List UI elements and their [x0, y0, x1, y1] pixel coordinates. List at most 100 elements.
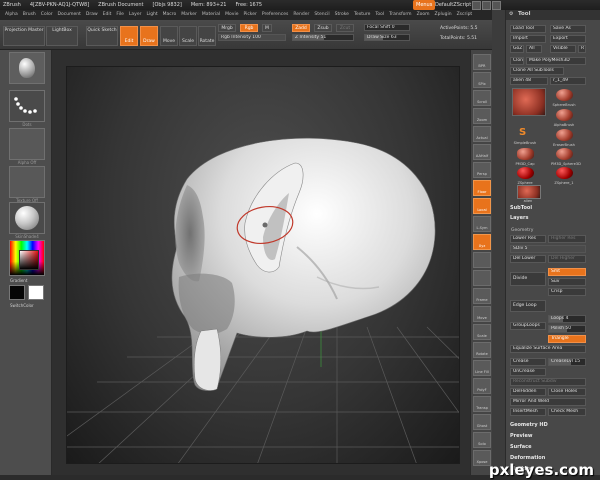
stroke-thumbnail[interactable] — [9, 90, 45, 122]
shelf-solo-button[interactable]: Solo — [473, 432, 491, 448]
shelf-spix-button[interactable]: SPix — [473, 72, 491, 88]
shelf-scale-button[interactable]: Scale — [473, 324, 491, 340]
rotate-button[interactable]: Rotate — [198, 26, 216, 46]
tool-pm3d-cap-icon[interactable] — [517, 148, 534, 160]
menu-file[interactable]: File — [116, 12, 124, 17]
menu-zscript[interactable]: Zscript — [457, 12, 473, 17]
scale-button[interactable]: Scale — [179, 26, 197, 46]
save-as-button[interactable]: Save As — [550, 25, 586, 33]
menu-texture[interactable]: Texture — [354, 12, 370, 17]
move-button[interactable]: Move — [160, 26, 178, 46]
menu-tool[interactable]: Tool — [375, 12, 384, 17]
shelf-blank-12-button[interactable] — [473, 270, 491, 286]
shelf-blank-11-button[interactable] — [473, 252, 491, 268]
projection-master-button[interactable]: Projection Master — [3, 26, 45, 46]
r-button[interactable]: R — [578, 45, 586, 53]
lower-res-button[interactable]: Lower Res — [510, 235, 546, 243]
shelf-zoom-button[interactable]: Zoom — [473, 108, 491, 124]
draw-button[interactable]: Draw — [140, 26, 158, 46]
lightbox-button[interactable]: LightBox — [46, 26, 78, 46]
shelf-bpr-button[interactable]: BPR — [473, 54, 491, 70]
rgb-button[interactable]: Rgb — [240, 24, 258, 32]
del-lower-button[interactable]: Del Lower — [510, 255, 546, 263]
crease-button[interactable]: Crease — [510, 358, 546, 366]
shelf-transp-button[interactable]: Transp — [473, 396, 491, 412]
subtool-section[interactable]: SubTool — [510, 205, 532, 211]
tool-zsphere-1-icon[interactable] — [556, 167, 573, 179]
crease-level-slider[interactable]: CreaseLvl 15 — [548, 358, 586, 366]
import-button[interactable]: Import — [510, 35, 546, 43]
menu-document[interactable]: Document — [58, 12, 81, 17]
reconstruct-subdiv-button[interactable]: Reconstruct Subdiv — [510, 378, 586, 386]
shelf-polyf-button[interactable]: PolyF — [473, 378, 491, 394]
edit-button[interactable]: Edit — [120, 26, 138, 46]
higher-res-button[interactable]: Higher Res — [548, 235, 586, 243]
shelf-frame-button[interactable]: Frame — [473, 288, 491, 304]
del-higher-button[interactable]: Del Higher — [548, 255, 586, 263]
tool-alpha-brush-icon[interactable] — [556, 109, 573, 121]
close-holes-button[interactable]: Close Holes — [548, 388, 586, 396]
goz-button[interactable]: GoZ — [510, 45, 524, 53]
minimize-button[interactable] — [472, 1, 481, 10]
menu-material[interactable]: Material — [202, 12, 220, 17]
shelf-xyz-button[interactable]: Xyz — [473, 234, 491, 250]
current-tool-slider[interactable]: alien 48 — [510, 77, 548, 85]
menu-preferences[interactable]: Preferences — [262, 12, 288, 17]
maximize-button[interactable] — [482, 1, 491, 10]
layers-section[interactable]: Layers — [510, 215, 529, 221]
draw-size-slider[interactable]: Draw Size 63 — [364, 34, 410, 41]
shelf-persp-button[interactable]: Persp — [473, 162, 491, 178]
m-button[interactable]: M — [262, 24, 272, 32]
menu-zoom[interactable]: Zoom — [417, 12, 430, 17]
menu-stroke[interactable]: Stroke — [335, 12, 349, 17]
tool-r-slider[interactable]: r_1_49 — [550, 77, 586, 85]
color-saturation-box[interactable] — [19, 250, 39, 270]
clone-all-subtools-button[interactable]: Clone All SubTools — [510, 67, 564, 75]
close-button[interactable] — [492, 1, 501, 10]
load-tool-button[interactable]: Load Tool — [510, 25, 546, 33]
visible-button[interactable]: Visible — [550, 45, 576, 53]
uncrease-button[interactable]: UnCrease — [510, 368, 546, 376]
shelf-line-fill-button[interactable]: Line Fill — [473, 360, 491, 376]
menu-picker[interactable]: Picker — [243, 12, 256, 17]
clone-button[interactable]: Clone — [510, 57, 524, 65]
quick-sketch-button[interactable]: Quick Sketch — [86, 26, 118, 46]
tool-sphere-brush-icon[interactable] — [556, 89, 573, 101]
focal-shift-slider[interactable]: Focal Shift 0 — [364, 24, 410, 31]
shelf-actual-button[interactable]: Actual — [473, 126, 491, 142]
menu-render[interactable]: Render — [293, 12, 309, 17]
zcut-button[interactable]: Zcut — [336, 24, 354, 32]
export-button[interactable]: Export — [550, 35, 586, 43]
switch-color-button[interactable]: SwitchColor — [10, 303, 56, 308]
mirror-and-weld-button[interactable]: Mirror And Weld — [510, 398, 586, 406]
rgb-intensity-slider[interactable]: Rgb Intensity 100 — [218, 34, 286, 41]
texture-thumbnail[interactable] — [9, 166, 45, 198]
geometry-hd-section[interactable]: Geometry HD — [510, 422, 548, 428]
menu-macro[interactable]: Macro — [163, 12, 177, 17]
check-mesh-button[interactable]: Check Mesh — [548, 408, 586, 416]
insert-mesh-button[interactable]: InsertMesh — [510, 408, 546, 416]
tool-zsphere-icon[interactable] — [517, 167, 534, 179]
equalize-surface-area-button[interactable]: Equalize Surface Area — [510, 345, 586, 353]
tool-eraser-brush-icon[interactable] — [556, 129, 573, 141]
brush-thumbnail[interactable] — [9, 52, 45, 84]
preview-section[interactable]: Preview — [510, 433, 533, 439]
secondary-color-swatch[interactable] — [28, 285, 44, 300]
menus-button[interactable]: Menus — [413, 0, 436, 10]
menu-layer[interactable]: Layer — [129, 12, 142, 17]
smt-button[interactable]: Smt — [548, 268, 586, 276]
polish-slider[interactable]: Polish 50 — [548, 325, 586, 333]
geometry-subpalette-title[interactable]: Geometry — [511, 228, 533, 233]
zadd-button[interactable]: Zadd — [292, 24, 310, 32]
menu-zplugin[interactable]: Zplugin — [435, 12, 452, 17]
divide-button[interactable]: Divide — [510, 272, 546, 286]
del-hidden-button[interactable]: DelHidden — [510, 388, 546, 396]
color-picker[interactable] — [9, 240, 45, 276]
alpha-thumbnail[interactable] — [9, 128, 45, 160]
menu-light[interactable]: Light — [146, 12, 157, 17]
shelf-rotate-button[interactable]: Rotate — [473, 342, 491, 358]
mrgb-button[interactable]: Mrgb — [218, 24, 236, 32]
tool-simple-brush-icon[interactable]: S — [519, 127, 526, 138]
group-loops-button[interactable]: GroupLoops — [510, 322, 546, 330]
shelf-l-sym-button[interactable]: L.Sym — [473, 216, 491, 232]
